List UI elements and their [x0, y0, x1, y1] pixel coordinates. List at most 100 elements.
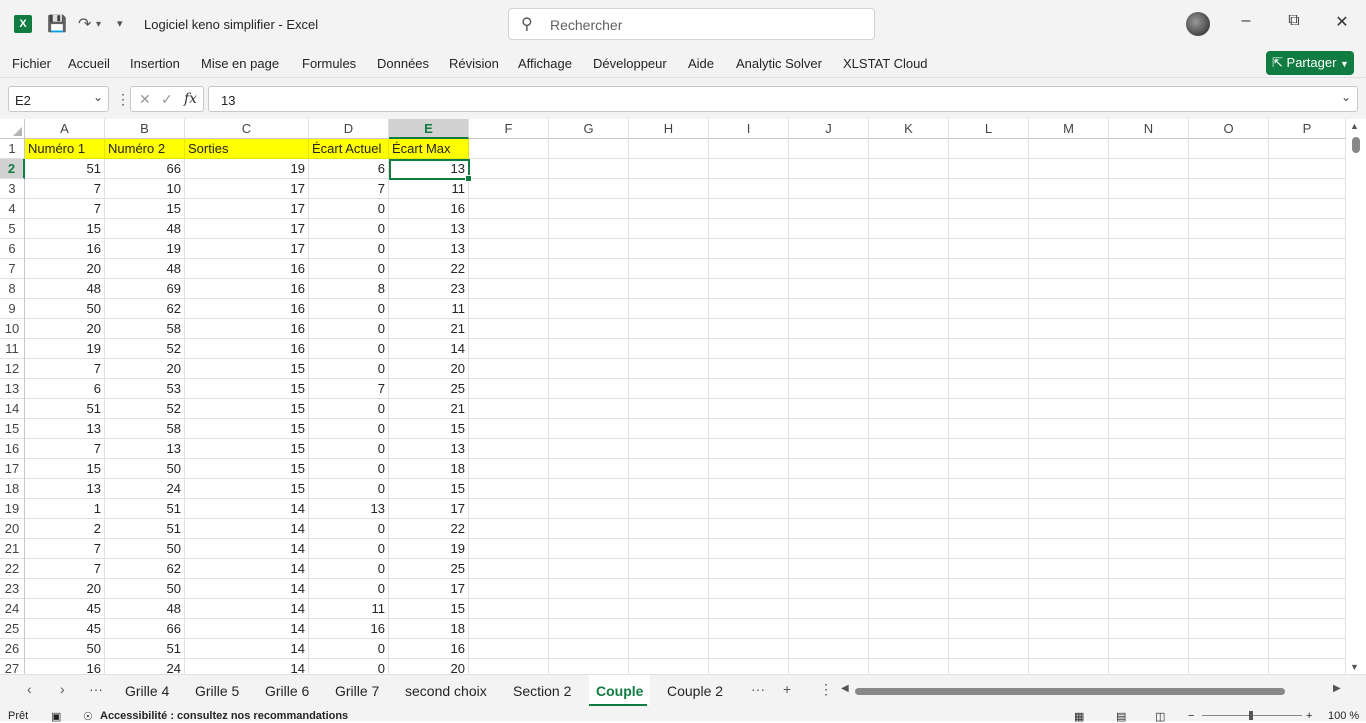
empty-cell[interactable] — [869, 299, 949, 319]
empty-cell[interactable] — [1029, 559, 1109, 579]
empty-cell[interactable] — [549, 639, 629, 659]
horizontal-scroll-thumb[interactable] — [855, 688, 1285, 695]
empty-cell[interactable] — [1029, 279, 1109, 299]
data-cell[interactable]: 13 — [105, 439, 185, 459]
empty-cell[interactable] — [469, 639, 549, 659]
empty-cell[interactable] — [1109, 299, 1189, 319]
data-cell[interactable]: 15 — [389, 479, 469, 499]
empty-cell[interactable] — [869, 279, 949, 299]
empty-cell[interactable] — [1029, 539, 1109, 559]
empty-cell[interactable] — [1189, 139, 1269, 159]
empty-cell[interactable] — [629, 599, 709, 619]
empty-cell[interactable] — [949, 539, 1029, 559]
empty-cell[interactable] — [1029, 179, 1109, 199]
accessibility-status[interactable]: Accessibilité : consultez nos recommanda… — [100, 710, 348, 722]
data-cell[interactable]: 21 — [389, 319, 469, 339]
empty-cell[interactable] — [709, 239, 789, 259]
empty-cell[interactable] — [1109, 619, 1189, 639]
header-cell[interactable]: Numéro 2 — [105, 139, 185, 159]
empty-cell[interactable] — [1109, 419, 1189, 439]
empty-cell[interactable] — [1109, 599, 1189, 619]
redo-icon[interactable]: ↷ — [78, 14, 91, 34]
empty-cell[interactable] — [869, 219, 949, 239]
menu-donnees[interactable]: Données — [377, 56, 429, 71]
tab-options-icon[interactable]: ⋮ — [819, 681, 833, 698]
row-header[interactable]: 2 — [0, 159, 25, 179]
empty-cell[interactable] — [1109, 459, 1189, 479]
empty-cell[interactable] — [1109, 639, 1189, 659]
empty-cell[interactable] — [549, 259, 629, 279]
empty-cell[interactable] — [949, 579, 1029, 599]
empty-cell[interactable] — [1269, 279, 1346, 299]
header-cell[interactable]: Sorties — [185, 139, 309, 159]
data-cell[interactable]: 0 — [309, 319, 389, 339]
empty-cell[interactable] — [1189, 419, 1269, 439]
empty-cell[interactable] — [1109, 519, 1189, 539]
macro-recorder-icon[interactable]: ▣ — [51, 710, 61, 723]
data-cell[interactable]: 18 — [389, 459, 469, 479]
data-cell[interactable]: 15 — [105, 199, 185, 219]
data-cell[interactable]: 14 — [185, 539, 309, 559]
empty-cell[interactable] — [1189, 179, 1269, 199]
empty-cell[interactable] — [1269, 399, 1346, 419]
data-cell[interactable]: 48 — [105, 219, 185, 239]
empty-cell[interactable] — [949, 279, 1029, 299]
empty-cell[interactable] — [709, 399, 789, 419]
empty-cell[interactable] — [549, 599, 629, 619]
empty-cell[interactable] — [869, 339, 949, 359]
empty-cell[interactable] — [469, 359, 549, 379]
empty-cell[interactable] — [629, 179, 709, 199]
data-cell[interactable]: 7 — [309, 179, 389, 199]
tab-couple[interactable]: Couple — [596, 683, 643, 699]
data-cell[interactable]: 0 — [309, 639, 389, 659]
data-cell[interactable]: 25 — [389, 379, 469, 399]
data-cell[interactable]: 69 — [105, 279, 185, 299]
empty-cell[interactable] — [869, 579, 949, 599]
empty-cell[interactable] — [949, 599, 1029, 619]
empty-cell[interactable] — [789, 239, 869, 259]
more-tabs-icon[interactable]: ··· — [751, 681, 765, 697]
data-cell[interactable]: 62 — [105, 299, 185, 319]
data-cell[interactable]: 0 — [309, 219, 389, 239]
data-cell[interactable]: 15 — [185, 479, 309, 499]
empty-cell[interactable] — [629, 219, 709, 239]
zoom-level[interactable]: 100 % — [1328, 710, 1359, 722]
menu-affichage[interactable]: Affichage — [518, 56, 572, 71]
empty-cell[interactable] — [789, 579, 869, 599]
empty-cell[interactable] — [1029, 339, 1109, 359]
data-cell[interactable]: 16 — [389, 639, 469, 659]
data-cell[interactable]: 14 — [185, 599, 309, 619]
tab-grille-7[interactable]: Grille 7 — [335, 683, 379, 699]
data-cell[interactable]: 11 — [309, 599, 389, 619]
empty-cell[interactable] — [469, 379, 549, 399]
row-header[interactable]: 10 — [0, 319, 25, 339]
empty-cell[interactable] — [1269, 339, 1346, 359]
empty-cell[interactable] — [1109, 579, 1189, 599]
data-cell[interactable]: 14 — [185, 619, 309, 639]
empty-cell[interactable] — [1029, 499, 1109, 519]
empty-cell[interactable] — [629, 439, 709, 459]
data-cell[interactable]: 66 — [105, 619, 185, 639]
data-cell[interactable]: 52 — [105, 399, 185, 419]
empty-cell[interactable] — [629, 199, 709, 219]
empty-cell[interactable] — [949, 139, 1029, 159]
empty-cell[interactable] — [869, 179, 949, 199]
empty-cell[interactable] — [869, 519, 949, 539]
data-cell[interactable]: 21 — [389, 399, 469, 419]
data-cell[interactable]: 14 — [185, 559, 309, 579]
column-header-n[interactable]: N — [1109, 119, 1189, 139]
empty-cell[interactable] — [1269, 179, 1346, 199]
empty-cell[interactable] — [1269, 139, 1346, 159]
empty-cell[interactable] — [549, 579, 629, 599]
empty-cell[interactable] — [629, 419, 709, 439]
data-cell[interactable]: 16 — [389, 199, 469, 219]
row-header[interactable]: 24 — [0, 599, 25, 619]
empty-cell[interactable] — [789, 479, 869, 499]
data-cell[interactable]: 13 — [389, 439, 469, 459]
data-cell[interactable]: 20 — [25, 579, 105, 599]
empty-cell[interactable] — [709, 519, 789, 539]
data-cell[interactable]: 0 — [309, 539, 389, 559]
row-header[interactable]: 5 — [0, 219, 25, 239]
normal-view-icon[interactable]: ▦ — [1074, 710, 1084, 723]
empty-cell[interactable] — [789, 419, 869, 439]
